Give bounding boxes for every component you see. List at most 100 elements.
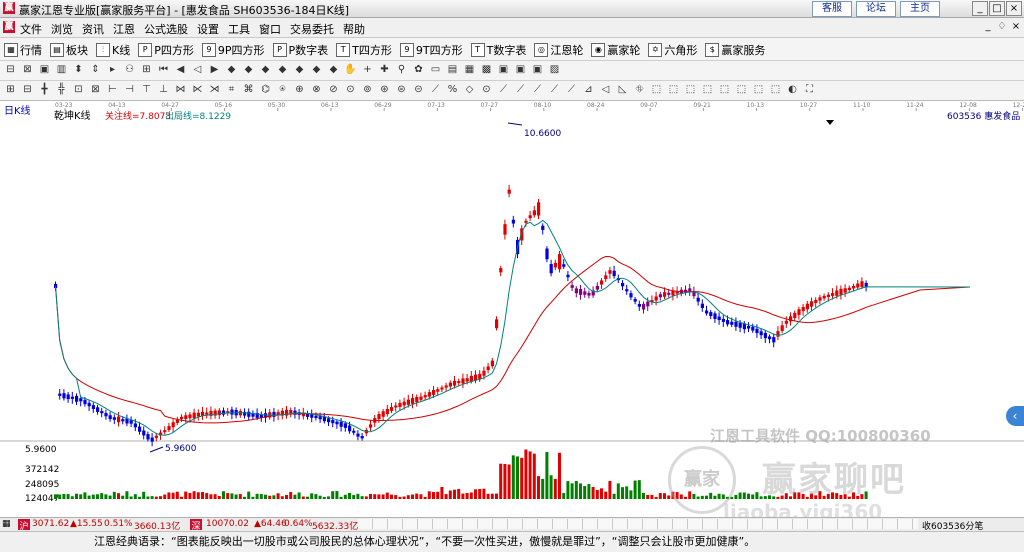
tool-icon[interactable]: ⊟ <box>4 63 17 76</box>
tool-icon[interactable]: ▦ <box>463 63 476 76</box>
tool-icon[interactable]: ⏮ <box>157 63 170 76</box>
tool-icon[interactable]: ◆ <box>310 63 323 76</box>
tool-icon[interactable]: ▨ <box>548 63 561 76</box>
tool-icon[interactable]: ⍟ <box>276 83 289 96</box>
toolbar-button-10[interactable]: ◉ 赢家轮 <box>591 42 640 58</box>
tool-icon[interactable]: ✿ <box>412 63 425 76</box>
tool-icon[interactable]: ⟋ <box>531 83 544 96</box>
tool-icon[interactable]: ⬚ <box>718 83 731 96</box>
tool-icon[interactable]: ⊗ <box>310 83 323 96</box>
tool-icon[interactable]: ⟋ <box>514 83 527 96</box>
menu-formula-screening[interactable]: 公式选股 <box>144 21 188 37</box>
tool-icon[interactable]: ▣ <box>497 63 510 76</box>
tool-icon[interactable]: ◺ <box>616 83 629 96</box>
tool-icon[interactable]: ✚ <box>378 63 391 76</box>
tool-icon[interactable]: ⬚ <box>735 83 748 96</box>
tool-icon[interactable]: ◁ <box>599 83 612 96</box>
child-restore-button[interactable]: ♢ <box>996 21 1008 33</box>
tool-icon[interactable]: ⊝ <box>412 83 425 96</box>
tool-icon[interactable]: ⌗ <box>225 83 238 96</box>
tool-icon[interactable]: ⊠ <box>21 63 34 76</box>
menu-file[interactable]: 文件 <box>20 21 42 37</box>
tool-icon[interactable]: ⊥ <box>157 83 170 96</box>
tool-icon[interactable]: ▭ <box>429 63 442 76</box>
tool-icon[interactable]: ⊡ <box>72 83 85 96</box>
tool-icon[interactable]: ⊞ <box>140 63 153 76</box>
toolbar-button-7[interactable]: 9 9T四方形 <box>399 42 463 58</box>
toolbar-button-3[interactable]: P P四方形 <box>138 42 194 58</box>
tool-icon[interactable]: ⛗ <box>633 83 646 96</box>
tool-icon[interactable]: ◐ <box>786 83 799 96</box>
toolbar-button-0[interactable]: ▦ 行情 <box>4 42 42 58</box>
tool-icon[interactable]: ◆ <box>327 63 340 76</box>
tool-icon[interactable]: ⊣ <box>123 83 136 96</box>
tool-icon[interactable]: ⊛ <box>378 83 391 96</box>
toolbar-button-11[interactable]: ✡ 六角形 <box>648 42 697 58</box>
tool-icon[interactable]: ▩ <box>480 63 493 76</box>
tool-icon[interactable]: ⬚ <box>684 83 697 96</box>
toolbar-button-8[interactable]: T T数字表 <box>470 42 526 58</box>
menu-gann[interactable]: 江恩 <box>113 21 135 37</box>
menu-window[interactable]: 窗口 <box>259 21 281 37</box>
menu-settings[interactable]: 设置 <box>197 21 219 37</box>
tool-icon[interactable]: ⟋ <box>548 83 561 96</box>
menu-help[interactable]: 帮助 <box>343 21 365 37</box>
tool-icon[interactable]: ⊞ <box>4 83 17 96</box>
tool-icon[interactable]: ⊙ <box>344 83 357 96</box>
kline-chart[interactable]: 03-23 04-13 04-27 05-16 05-30 06-13 06-29 07-13… <box>0 100 1024 517</box>
tool-icon[interactable]: ╬ <box>55 83 68 96</box>
tool-icon[interactable]: ▣ <box>514 63 527 76</box>
tool-icon[interactable]: ⊠ <box>89 83 102 96</box>
tool-icon[interactable]: ◆ <box>293 63 306 76</box>
maximize-button[interactable]: □ <box>989 1 1005 16</box>
homepage-link[interactable]: 主页 <box>900 1 940 17</box>
close-button[interactable]: × <box>1006 1 1022 16</box>
kline-chart-svg[interactable]: 03-23 04-13 04-27 05-16 05-30 06-13 06-29 07-13… <box>0 100 1024 517</box>
child-close-button[interactable]: × <box>1010 21 1022 33</box>
toolbar-button-9[interactable]: ◎ 江恩轮 <box>534 42 583 58</box>
tool-icon[interactable]: ◆ <box>259 63 272 76</box>
tool-icon[interactable]: ⊢ <box>106 83 119 96</box>
tool-icon[interactable]: ⟋ <box>565 83 578 96</box>
tool-icon[interactable]: ⊙ <box>480 83 493 96</box>
tool-icon[interactable]: ⊘ <box>327 83 340 96</box>
tool-icon[interactable]: ▥ <box>55 63 68 76</box>
tool-icon[interactable]: ⊿ <box>582 83 595 96</box>
tool-icon[interactable]: ⬚ <box>752 83 765 96</box>
tool-icon[interactable]: ⬚ <box>650 83 663 96</box>
tool-icon[interactable]: ⊜ <box>395 83 408 96</box>
tool-icon[interactable]: ⊕ <box>293 83 306 96</box>
tool-icon[interactable]: ⊤ <box>140 83 153 96</box>
tool-icon[interactable]: ◇ <box>463 83 476 96</box>
tool-icon[interactable]: ◀ <box>174 63 187 76</box>
dropdown-arrow-icon[interactable] <box>826 120 834 125</box>
tool-icon[interactable]: ⚇ <box>123 63 136 76</box>
menu-browse[interactable]: 浏览 <box>51 21 73 37</box>
menu-tools[interactable]: 工具 <box>228 21 250 37</box>
side-expand-button[interactable]: ‹ <box>1006 406 1024 426</box>
menu-news[interactable]: 资讯 <box>82 21 104 37</box>
minimize-button[interactable]: _ <box>972 1 988 16</box>
tool-icon[interactable]: ◆ <box>225 63 238 76</box>
toolbar-button-12[interactable]: $ 赢家服务 <box>705 42 765 58</box>
tool-icon[interactable]: ⟋ <box>497 83 510 96</box>
toolbar-button-1[interactable]: ▤ 板块 <box>50 42 88 58</box>
tool-icon[interactable]: ▤ <box>446 63 459 76</box>
toolbar-button-5[interactable]: P P数字表 <box>272 42 328 58</box>
tool-icon[interactable]: ⬚ <box>769 83 782 96</box>
tool-icon[interactable]: ⊚ <box>361 83 374 96</box>
tool-icon[interactable]: ⬍ <box>72 63 85 76</box>
tool-icon[interactable]: ⛶ <box>803 83 816 96</box>
tool-icon[interactable]: ⟋ <box>429 83 442 96</box>
tool-icon[interactable]: ▸ <box>106 63 119 76</box>
tool-icon[interactable]: + <box>361 63 374 76</box>
toolbar-button-6[interactable]: T T四方形 <box>336 42 392 58</box>
tool-icon[interactable]: ⇕ <box>89 63 102 76</box>
tool-icon[interactable]: ╋ <box>38 83 51 96</box>
tool-icon[interactable]: ✋ <box>344 63 357 76</box>
tool-icon[interactable]: ⚲ <box>395 63 408 76</box>
toolbar-button-4[interactable]: 9 9P四方形 <box>201 42 265 58</box>
tool-icon[interactable]: ▣ <box>38 63 51 76</box>
tool-icon[interactable]: ⌬ <box>259 83 272 96</box>
tool-icon[interactable]: ◆ <box>276 63 289 76</box>
